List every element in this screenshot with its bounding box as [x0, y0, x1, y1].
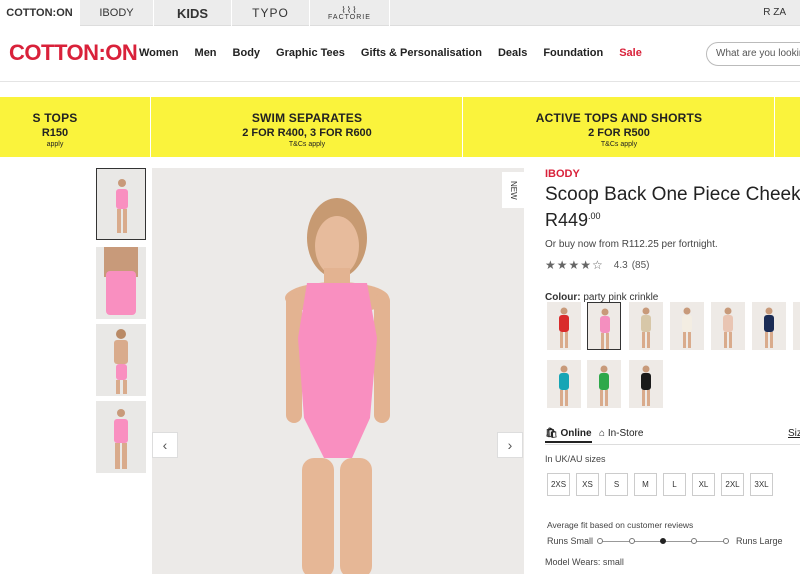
colour-swatch[interactable]: [629, 302, 663, 350]
size-guide-link[interactable]: Siz: [788, 428, 800, 439]
promo-active-tops[interactable]: ACTIVE TOPS AND SHORTS 2 FOR R500 T&Cs a…: [464, 97, 775, 157]
header: COTTON:ON Women Men Body Graphic Tees Gi…: [0, 26, 800, 82]
model-wears: Model Wears: small: [545, 557, 624, 567]
nav-deals[interactable]: Deals: [498, 47, 527, 59]
nav-sale[interactable]: Sale: [619, 47, 642, 59]
brand-tab-factorie[interactable]: ⌇⌇⌇ FACTORIE: [310, 0, 390, 26]
colour-swatch[interactable]: [793, 302, 800, 350]
afterpay-text: Or buy now from R112.25 per fortnight.: [545, 239, 718, 250]
promo-sub: R150: [41, 127, 69, 139]
colour-swatch[interactable]: [587, 302, 621, 350]
tab-instore-label: In-Store: [607, 428, 644, 439]
star-icon: ★★★★☆: [545, 258, 604, 272]
promo-banner: S TOPS R150 apply SWIM SEPARATES 2 FOR R…: [0, 97, 800, 157]
size-option-m[interactable]: M: [634, 473, 657, 496]
promo-tc: T&Cs apply: [288, 141, 326, 148]
product-brand[interactable]: IBODY: [545, 168, 800, 180]
main-product-image: NEW ‹ ›: [152, 168, 524, 574]
tab-instore[interactable]: ⌂ In-Store: [599, 428, 643, 439]
colour-swatch[interactable]: [547, 302, 581, 350]
rating[interactable]: ★★★★☆ 4.3 (85): [545, 258, 800, 272]
promo-title: SWIM SEPARATES: [251, 111, 363, 125]
brand-tab-kids[interactable]: KIDS: [154, 0, 232, 26]
promo-tc: T&Cs apply: [600, 141, 638, 148]
thumbnail-photo: [114, 409, 128, 469]
chevron-right-icon: ›: [507, 437, 513, 453]
thumbnail-photo: [116, 179, 128, 233]
colour-swatch[interactable]: [752, 302, 786, 350]
logo[interactable]: COTTON:ON: [9, 40, 138, 66]
fit-title: Average fit based on customer reviews: [547, 520, 694, 530]
colour-swatch[interactable]: [629, 360, 663, 408]
brand-tab-cottonon[interactable]: COTTON:ON: [0, 0, 80, 26]
thumbnail-photo: [114, 329, 128, 394]
factorie-label: FACTORIE: [328, 13, 371, 21]
nav-body[interactable]: Body: [233, 47, 261, 59]
size-option-3xl[interactable]: 3XL: [750, 473, 773, 496]
region-selector[interactable]: R ZA: [763, 7, 786, 18]
bag-icon: 🛍: [545, 428, 558, 439]
thumbnail-3[interactable]: [96, 324, 146, 396]
next-image-button[interactable]: ›: [497, 432, 523, 458]
main-nav: Women Men Body Graphic Tees Gifts & Pers…: [139, 47, 658, 59]
thumbnail-4[interactable]: [96, 401, 146, 473]
rating-value: 4.3: [613, 259, 628, 271]
tabs-divider: [545, 444, 800, 445]
prev-image-button[interactable]: ‹: [152, 432, 178, 458]
nav-graphic-tees[interactable]: Graphic Tees: [276, 47, 345, 59]
size-option-s[interactable]: S: [605, 473, 628, 496]
fit-dot-selected: [660, 538, 666, 544]
product-info: IBODY Scoop Back One Piece Cheeky R449.0…: [545, 168, 800, 303]
factorie-logo-icon: ⌇⌇⌇: [341, 4, 358, 15]
colour-swatch[interactable]: [670, 302, 704, 350]
store-icon: ⌂: [599, 428, 606, 439]
promo-sub: 2 FOR R500: [588, 127, 650, 139]
colour-swatch[interactable]: [711, 302, 745, 350]
brand-tab-typo[interactable]: TYPO: [232, 0, 310, 26]
brand-strip: COTTON:ON IBODY KIDS TYPO ⌇⌇⌇ FACTORIE R…: [0, 0, 800, 26]
thumbnail-2[interactable]: [96, 247, 146, 319]
size-note: In UK/AU sizes: [545, 454, 606, 464]
colour-swatch[interactable]: [587, 360, 621, 408]
nav-foundation[interactable]: Foundation: [543, 47, 603, 59]
price-main: R449: [545, 210, 589, 230]
tab-online[interactable]: 🛍 Online: [545, 428, 592, 443]
size-option-l[interactable]: L: [663, 473, 686, 496]
fit-dot: [629, 538, 635, 544]
promo-sub: 2 FOR R400, 3 FOR R600: [242, 127, 372, 139]
promo-swim-separates[interactable]: SWIM SEPARATES 2 FOR R400, 3 FOR R600 T&…: [152, 97, 463, 157]
thumbnail-photo: [104, 247, 138, 315]
size-option-2xs[interactable]: 2XS: [547, 473, 570, 496]
tab-online-label: Online: [560, 428, 592, 439]
model-photo: [285, 198, 390, 574]
size-option-xs[interactable]: XS: [576, 473, 599, 496]
fit-dot: [723, 538, 729, 544]
nav-men[interactable]: Men: [195, 47, 217, 59]
thumbnail-1[interactable]: [96, 168, 146, 240]
nav-women[interactable]: Women: [139, 47, 179, 59]
fit-dot: [691, 538, 697, 544]
colour-swatch[interactable]: [547, 360, 581, 408]
chevron-left-icon: ‹: [162, 437, 168, 453]
fit-small-label: Runs Small: [547, 536, 594, 546]
fit-large-label: Runs Large: [736, 536, 783, 546]
availability-tabs: 🛍 Online ⌂ In-Store Siz: [545, 428, 800, 444]
product-price: R449.00: [545, 210, 800, 231]
size-option-2xl[interactable]: 2XL: [721, 473, 744, 496]
promo-title: S TOPS: [32, 111, 78, 125]
product-title: Scoop Back One Piece Cheeky: [545, 184, 800, 205]
new-badge: NEW: [502, 172, 524, 208]
review-count: (85): [631, 259, 650, 271]
price-cents: .00: [588, 211, 601, 221]
nav-gifts[interactable]: Gifts & Personalisation: [361, 47, 482, 59]
brand-tab-body[interactable]: IBODY: [80, 0, 154, 26]
fit-scale: Runs Small Runs Large: [547, 536, 797, 548]
search-input[interactable]: What are you looking for?: [706, 42, 800, 66]
promo-tops[interactable]: S TOPS R150 apply: [0, 97, 151, 157]
promo-title: ACTIVE TOPS AND SHORTS: [535, 111, 703, 125]
fit-dot: [597, 538, 603, 544]
size-option-xl[interactable]: XL: [692, 473, 715, 496]
promo-tc: apply: [46, 141, 64, 148]
